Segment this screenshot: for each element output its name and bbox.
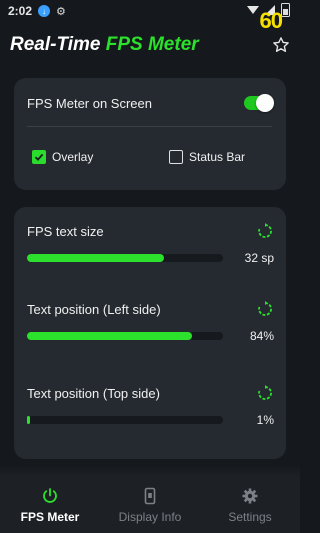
nav-display-info[interactable]: Display Info [100, 477, 200, 533]
toggle-knob [256, 94, 274, 112]
gear-icon [240, 486, 260, 506]
status-time: 2:02 [8, 4, 33, 18]
status-bar-label: Status Bar [189, 150, 246, 164]
slider-fill [27, 254, 165, 262]
text-position-left-slider[interactable] [27, 332, 223, 340]
nav-display-info-label: Display Info [118, 510, 182, 524]
text-position-top-setting: Text position (Top side) 1% [27, 383, 274, 427]
check-icon [34, 153, 44, 161]
nav-settings-label: Settings [228, 510, 272, 524]
app-screen: 2:02 ↓ ⚙ 60 Real-Time FPS Meter FPS Mete… [0, 0, 300, 533]
overlay-checkbox[interactable] [32, 150, 46, 164]
nav-fps-meter-label: FPS Meter [20, 510, 80, 524]
text-settings-card: FPS text size 32 sp Text position (Left … [14, 207, 286, 459]
reset-icon[interactable] [256, 222, 274, 240]
fps-text-size-label: FPS text size [27, 223, 104, 239]
bottom-nav: FPS Meter Display Info Settings [0, 477, 300, 533]
reset-icon[interactable] [256, 384, 274, 402]
screen-display-card: FPS Meter on Screen Overlay Status Bar [14, 78, 286, 190]
gear-icon: ⚙ [56, 5, 66, 18]
battery-icon [281, 3, 290, 17]
reset-icon[interactable] [256, 300, 274, 318]
divider [27, 126, 272, 127]
slider-fill [27, 332, 192, 340]
star-outline-icon [273, 37, 289, 52]
text-position-top-label: Text position (Top side) [27, 385, 160, 401]
bottom-fade [0, 465, 300, 477]
status-bar: 2:02 ↓ ⚙ [0, 0, 300, 22]
text-position-top-value: 1% [256, 413, 274, 427]
fps-text-size-setting: FPS text size 32 sp [27, 221, 274, 265]
text-position-top-slider[interactable] [27, 416, 223, 424]
fps-on-screen-label: FPS Meter on Screen [27, 95, 152, 111]
status-bar-option[interactable]: Status Bar [169, 150, 245, 164]
wifi-icon [247, 6, 259, 14]
title-part-1: Real-Time [10, 34, 101, 55]
status-bar-checkbox[interactable] [169, 150, 183, 164]
fps-on-screen-row: FPS Meter on Screen [27, 94, 274, 112]
slider-fill [27, 416, 30, 424]
page-title: Real-Time FPS Meter [10, 34, 199, 56]
text-position-left-label: Text position (Left side) [27, 301, 161, 317]
text-position-left-value: 84% [249, 329, 274, 343]
title-part-2: FPS Meter [105, 34, 199, 55]
fps-overlay-readout: 60 [259, 8, 284, 33]
fps-text-size-slider[interactable] [27, 254, 223, 262]
nav-settings[interactable]: Settings [200, 477, 300, 533]
fps-text-size-value: 32 sp [244, 251, 274, 265]
rate-star-button[interactable] [270, 34, 292, 56]
overlay-label: Overlay [52, 150, 94, 164]
phone-info-icon [140, 486, 160, 506]
text-position-left-setting: Text position (Left side) 84% [27, 299, 274, 343]
power-icon [40, 486, 60, 506]
nav-fps-meter[interactable]: FPS Meter [0, 477, 100, 533]
download-icon: ↓ [38, 5, 51, 17]
fps-on-screen-toggle[interactable] [244, 94, 274, 112]
overlay-option[interactable]: Overlay [32, 150, 93, 164]
